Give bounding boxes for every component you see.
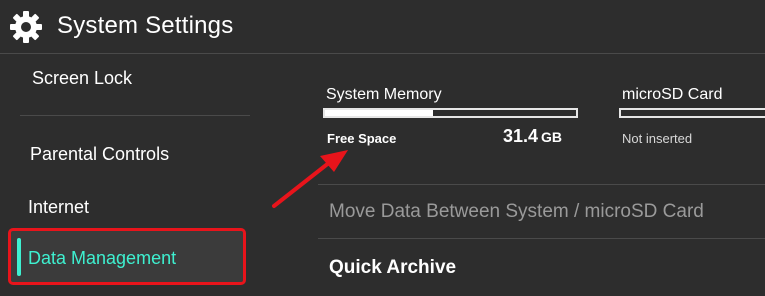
microsd-status: Not inserted xyxy=(622,131,693,146)
page-title: System Settings xyxy=(57,12,234,39)
selection-accent-bar xyxy=(17,238,21,276)
header-divider xyxy=(0,53,765,54)
move-data-row[interactable]: Move Data Between System / microSD Card xyxy=(329,201,704,223)
content-divider xyxy=(318,184,765,185)
free-space-value: 31.4 GB xyxy=(503,126,562,147)
quick-archive-row[interactable]: Quick Archive xyxy=(329,257,456,279)
free-space-label: Free Space xyxy=(327,131,397,146)
content-divider xyxy=(318,238,765,239)
sidebar-item-screen-lock[interactable]: Screen Lock xyxy=(0,60,250,115)
sidebar-item-label: Internet xyxy=(28,197,90,217)
microsd-title: microSD Card xyxy=(622,86,723,103)
sidebar-item-label: Screen Lock xyxy=(32,68,133,88)
free-space-number: 31.4 xyxy=(503,126,539,146)
system-memory-title: System Memory xyxy=(326,86,442,103)
sidebar-item-label-selected: Data Management xyxy=(28,248,177,268)
microsd-bar xyxy=(619,108,765,118)
sidebar-item-internet[interactable]: Internet xyxy=(0,185,250,225)
gear-icon xyxy=(10,11,42,43)
header-bar: System Settings xyxy=(0,0,765,52)
free-space-unit: GB xyxy=(541,129,563,145)
system-memory-bar-fill xyxy=(325,110,433,116)
system-memory-bar xyxy=(323,108,578,118)
sidebar-divider xyxy=(20,115,250,116)
sidebar-item-parental-controls[interactable]: Parental Controls xyxy=(0,130,250,175)
sidebar-item-label: Parental Controls xyxy=(30,144,170,164)
